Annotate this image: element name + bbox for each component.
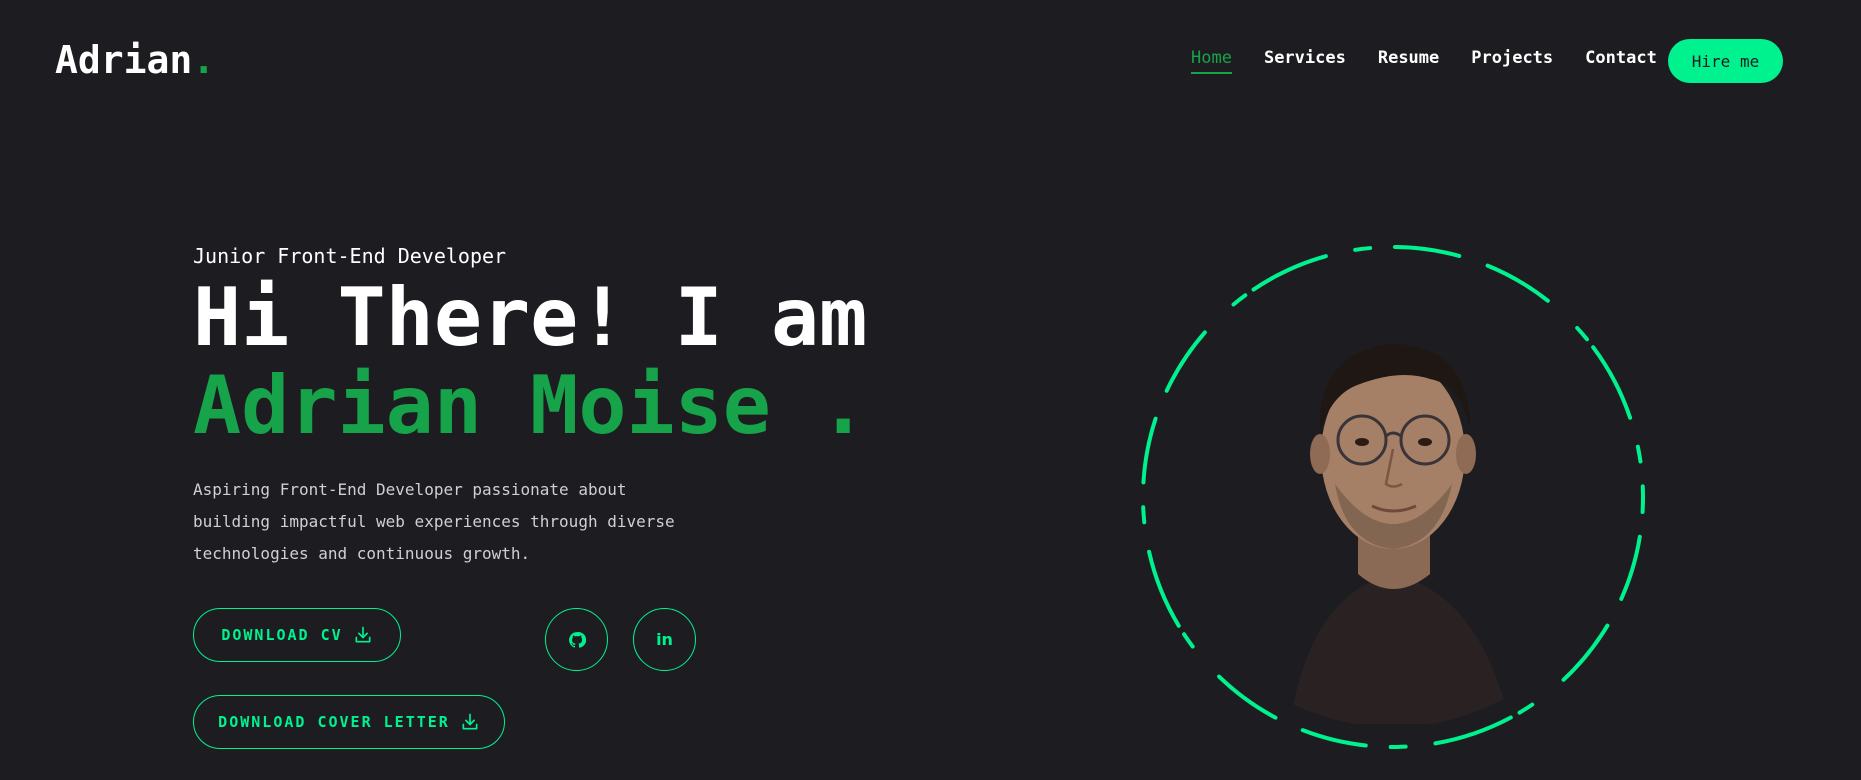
download-icon [355,626,371,643]
hero-description: Aspiring Front-End Developer passionate … [193,480,675,563]
hero-subtitle: Junior Front-End Developer [193,244,507,268]
download-cover-label: Download Cover Letter [218,713,450,731]
logo-text: Adrian [55,38,193,82]
nav-resume[interactable]: Resume [1378,48,1439,68]
download-cover-letter-button[interactable]: Download Cover Letter [193,695,505,749]
download-icon [462,713,478,730]
linkedin-link[interactable]: in [633,608,696,671]
logo-dot: . [192,38,216,82]
nav-contact[interactable]: Contact [1585,48,1657,68]
hero-headline: Hi There! I am [193,271,868,364]
github-icon [568,631,586,648]
download-cv-label: Download CV [221,626,343,644]
profile-photo-frame [1140,244,1646,750]
logo[interactable]: Adrian. [55,38,215,82]
profile-photo [1141,245,1645,749]
hero-name: Adrian Moise . [193,359,868,452]
main-nav: Home Services Resume Projects Contact [1191,48,1657,74]
linkedin-icon: in [656,630,673,649]
nav-home[interactable]: Home [1191,48,1232,74]
nav-services[interactable]: Services [1264,48,1346,68]
portrait-illustration [1290,344,1510,724]
nav-projects[interactable]: Projects [1471,48,1553,68]
github-link[interactable] [545,608,608,671]
download-cv-button[interactable]: Download CV [193,608,401,662]
hire-me-button[interactable]: Hire me [1668,39,1783,83]
